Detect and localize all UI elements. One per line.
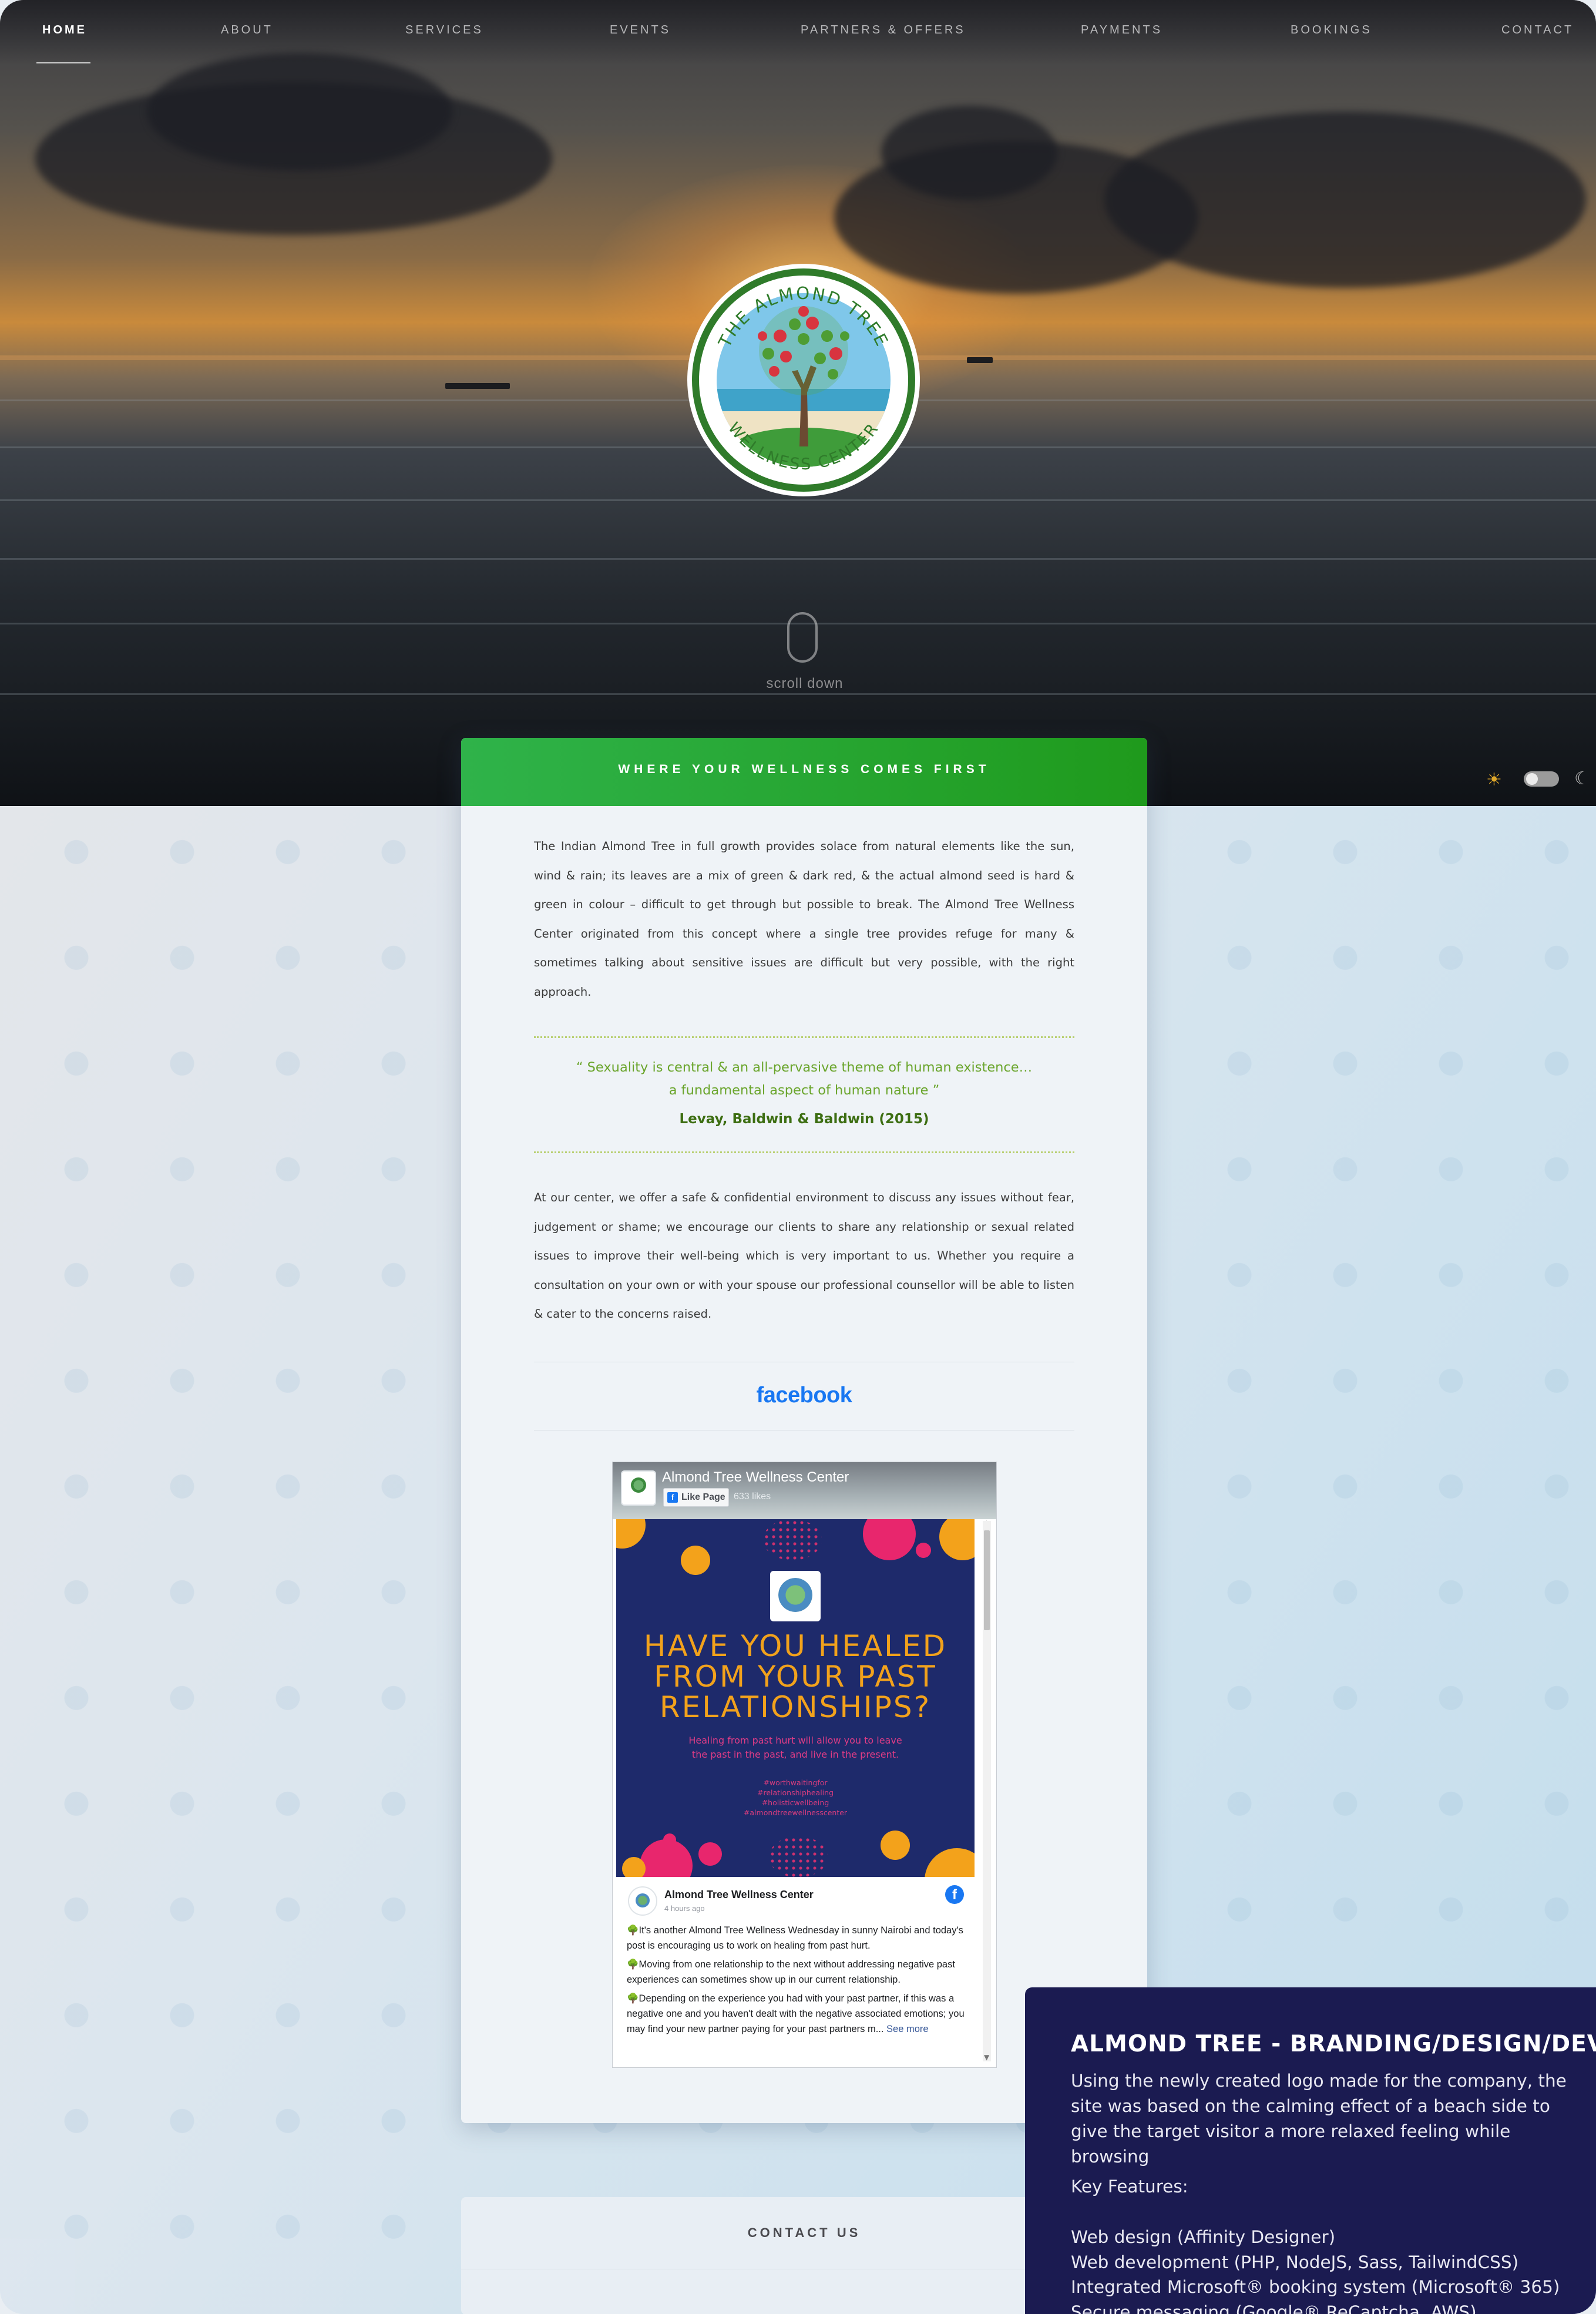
post-hashtag: #almondtreewellnesscenter — [743, 1808, 848, 1817]
almond-tree-logo[interactable]: THE ALMOND TREE WELLNESS CENTER — [686, 254, 921, 506]
post-logo — [770, 1571, 821, 1621]
nav-services[interactable]: SERVICES — [405, 23, 483, 37]
post-subtext-line-1: Healing from past hurt will allow you to… — [688, 1735, 902, 1746]
cloud — [1104, 112, 1586, 288]
hero-section: HOME ABOUT SERVICES EVENTS PARTNERS & OF… — [0, 0, 1596, 806]
feature-item: Integrated Microsoft® booking system (Mi… — [1071, 2277, 1560, 2297]
nav-contact[interactable]: CONTACT — [1501, 23, 1574, 37]
quote-author: Levay, Baldwin & Baldwin (2015) — [679, 1111, 929, 1127]
post-hashtag: #worthwaitingfor — [763, 1778, 828, 1787]
nav-home[interactable]: HOME — [42, 23, 87, 37]
main-nav: HOME ABOUT SERVICES EVENTS PARTNERS & OF… — [0, 0, 1596, 65]
moon-icon[interactable]: ☾ — [1574, 768, 1590, 789]
boat — [445, 383, 510, 389]
decor-circle — [925, 1848, 975, 1877]
nav-events[interactable]: EVENTS — [610, 23, 671, 37]
post-headline-line-1: HAVE YOU HEALED — [643, 1629, 947, 1663]
post-hashtag: #relationshiphealing — [757, 1788, 834, 1797]
welcome-card: WHERE YOUR WELLNESS COMES FIRST The Indi… — [461, 738, 1147, 2123]
decor-circle — [698, 1842, 722, 1866]
page-frame: HOME ABOUT SERVICES EVENTS PARTNERS & OF… — [0, 0, 1596, 2314]
feature-item: Web development (PHP, NodeJS, Sass, Tail… — [1071, 2252, 1519, 2272]
post-author-avatar[interactable] — [628, 1886, 657, 1916]
decor-circle — [881, 1831, 910, 1860]
post-hashtag: #holisticwellbeing — [761, 1798, 829, 1807]
fb-like-count: 633 likes — [734, 1492, 771, 1502]
decor-circle — [681, 1546, 710, 1575]
nav-active-indicator — [36, 62, 90, 63]
sun-icon[interactable]: ☀ — [1486, 770, 1502, 790]
facebook-label[interactable]: facebook — [461, 1383, 1147, 1408]
quote-divider-bottom — [534, 1151, 1074, 1153]
nav-partners-offers[interactable]: PARTNERS & OFFERS — [801, 23, 966, 37]
decor-circle — [616, 1519, 646, 1549]
post-paragraph: 🌳Depending on the experience you had wit… — [627, 1991, 969, 2037]
feature-item: Secure messaging (Google® ReCaptcha, AWS… — [1071, 2302, 1477, 2314]
key-features-list: Web design (Affinity Designer) Web devel… — [1071, 2225, 1596, 2314]
fb-page-name[interactable]: Almond Tree Wellness Center — [662, 1469, 849, 1486]
wave — [0, 558, 1596, 560]
see-more-link[interactable]: See more — [886, 2024, 929, 2034]
cloud — [147, 53, 452, 170]
scroll-down-arrow-icon[interactable]: ▼ — [984, 2053, 989, 2061]
theme-switch-knob — [1526, 773, 1538, 785]
wave — [0, 693, 1596, 695]
key-features-label: Key Features: — [1071, 2177, 1188, 2197]
cloud — [881, 106, 1057, 200]
decor-circle — [622, 1857, 646, 1877]
decor-circle — [663, 1833, 676, 1846]
scroll-down-label: scroll down — [766, 676, 844, 691]
theme-toggle[interactable]: ☀ ☾ — [1480, 766, 1592, 790]
post-headline: HAVE YOU HEALED FROM YOUR PAST RELATIONS… — [616, 1631, 975, 1722]
theme-switch[interactable] — [1524, 771, 1559, 787]
fb-embed-header: Almond Tree Wellness Center f Like Page … — [613, 1462, 996, 1519]
project-title: ALMOND TREE - BRANDING/DESIGN/DEVELOPMEN… — [1071, 2031, 1596, 2057]
post-paragraph: 🌳It's another Almond Tree Wellness Wedne… — [627, 1925, 963, 1951]
fb-post-image[interactable]: HAVE YOU HEALED FROM YOUR PAST RELATIONS… — [616, 1519, 975, 1877]
fb-embed-scrollbar[interactable] — [983, 1521, 991, 2061]
post-timestamp[interactable]: 4 hours ago — [664, 1904, 705, 1913]
project-info-panel: ALMOND TREE - BRANDING/DESIGN/DEVELOPMEN… — [1025, 1987, 1596, 2314]
fb-like-label: Like Page — [681, 1492, 725, 1502]
services-paragraph: At our center, we offer a safe & confide… — [534, 1191, 1074, 1321]
project-description: Using the newly created logo made for th… — [1071, 2071, 1567, 2167]
feature-item: Web design (Affinity Designer) — [1071, 2227, 1336, 2247]
facebook-page-embed[interactable]: Almond Tree Wellness Center f Like Page … — [612, 1462, 997, 2068]
boat — [967, 357, 993, 363]
post-author[interactable]: Almond Tree Wellness Center — [664, 1889, 814, 1901]
decor-circle — [939, 1519, 975, 1560]
post-hashtags: #worthwaitingfor #relationshiphealing #h… — [616, 1778, 975, 1818]
decor-circle — [916, 1543, 931, 1558]
decor-dots — [763, 1519, 822, 1560]
scrollbar-thumb[interactable] — [984, 1530, 990, 1630]
decor-circle — [863, 1519, 916, 1560]
card-heading-banner: WHERE YOUR WELLNESS COMES FIRST — [461, 738, 1147, 806]
facebook-f-icon: f — [667, 1492, 678, 1503]
fb-like-page-button[interactable]: f Like Page — [663, 1488, 729, 1507]
fb-page-avatar[interactable] — [621, 1470, 656, 1506]
card-heading: WHERE YOUR WELLNESS COMES FIRST — [618, 763, 990, 776]
nav-payments[interactable]: PAYMENTS — [1081, 23, 1162, 37]
quote-divider-top — [534, 1036, 1074, 1038]
post-body: 🌳It's another Almond Tree Wellness Wedne… — [627, 1923, 969, 2040]
post-paragraph: 🌳Moving from one relationship to the nex… — [627, 1959, 955, 1985]
post-subtext: Healing from past hurt will allow you to… — [616, 1734, 975, 1762]
post-headline-line-2: FROM YOUR PAST — [654, 1660, 937, 1694]
scroll-mouse-icon[interactable] — [787, 612, 818, 663]
nav-about[interactable]: ABOUT — [221, 23, 273, 37]
quote-text: “ Sexuality is central & an all-pervasiv… — [534, 1056, 1074, 1102]
intro-paragraph: The Indian Almond Tree in full growth pr… — [534, 839, 1074, 999]
post-subtext-line-2: the past in the past, and live in the pr… — [691, 1749, 899, 1760]
quote-line-1: “ Sexuality is central & an all-pervasiv… — [576, 1060, 1033, 1075]
nav-bookings[interactable]: BOOKINGS — [1291, 23, 1372, 37]
post-headline-line-3: RELATIONSHIPS? — [659, 1690, 932, 1724]
quote-line-2: a fundamental aspect of human nature ” — [668, 1083, 940, 1098]
facebook-logo-icon[interactable]: f — [945, 1885, 964, 1904]
decor-dots — [769, 1836, 828, 1877]
